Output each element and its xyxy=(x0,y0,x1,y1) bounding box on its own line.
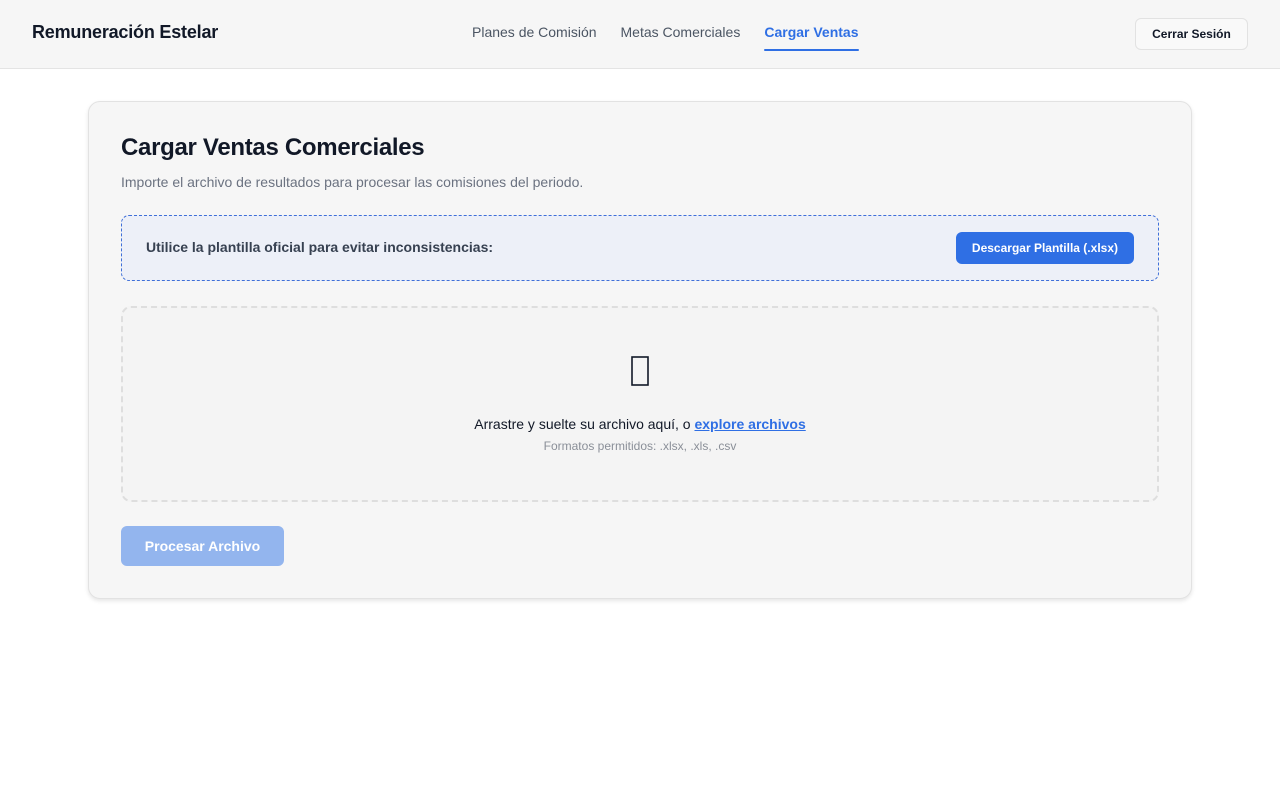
file-dropzone[interactable]: Arrastre y suelte su archivo aquí, o exp… xyxy=(121,306,1159,502)
top-navigation-bar: Remuneración Estelar Planes de Comisión … xyxy=(0,0,1280,69)
process-file-button[interactable]: Procesar Archivo xyxy=(121,526,284,566)
main-nav: Planes de Comisión Metas Comerciales Car… xyxy=(472,0,859,69)
nav-item-planes-de-comision[interactable]: Planes de Comisión xyxy=(472,0,597,69)
template-notice: Utilice la plantilla oficial para evitar… xyxy=(121,215,1159,281)
brand-title: Remuneración Estelar xyxy=(32,22,219,42)
upload-card: Cargar Ventas Comerciales Importe el arc… xyxy=(88,101,1192,599)
browse-files-link[interactable]: explore archivos xyxy=(694,416,805,432)
template-notice-text: Utilice la plantilla oficial para evitar… xyxy=(146,239,494,255)
page-subtitle: Importe el archivo de resultados para pr… xyxy=(121,174,584,190)
dropzone-prompt-text: Arrastre y suelte su archivo aquí, o xyxy=(474,416,691,432)
file-upload-icon xyxy=(123,356,1157,386)
nav-item-metas-comerciales[interactable]: Metas Comerciales xyxy=(621,0,741,69)
nav-item-cargar-ventas[interactable]: Cargar Ventas xyxy=(764,0,859,69)
dropzone-prompt: Arrastre y suelte su archivo aquí, o exp… xyxy=(123,416,1157,432)
page-title: Cargar Ventas Comerciales xyxy=(121,134,425,161)
download-template-button[interactable]: Descargar Plantilla (.xlsx) xyxy=(955,232,1134,264)
logout-button[interactable]: Cerrar Sesión xyxy=(1135,18,1248,50)
allowed-formats-text: Formatos permitidos: .xlsx, .xls, .csv xyxy=(543,439,737,453)
